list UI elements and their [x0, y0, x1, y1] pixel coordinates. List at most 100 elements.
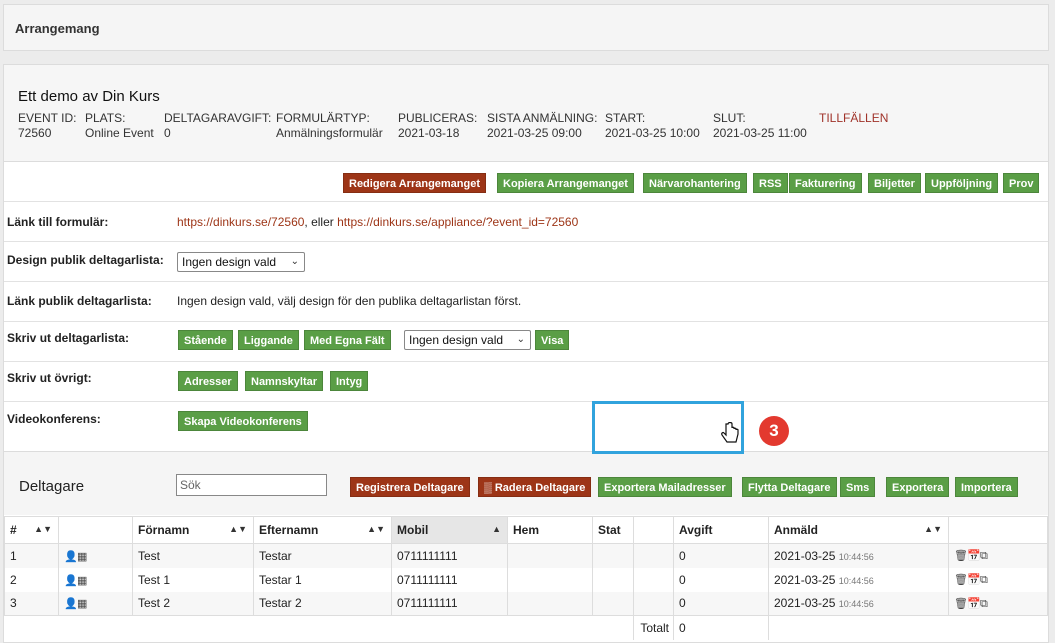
sort-icon: ▲▼ — [34, 524, 52, 534]
trash-icon[interactable]: 🗑 — [954, 549, 968, 562]
col-home[interactable]: Hem — [507, 516, 593, 544]
show-button[interactable]: Visa — [535, 330, 570, 350]
col-empty — [633, 516, 674, 544]
video-row: Videokonferens: Skapa Videokonferens — [4, 401, 1048, 441]
trash-icon[interactable]: 🗑 — [954, 573, 968, 586]
video-label: Videokonferens: — [7, 412, 101, 426]
calendar-icon[interactable]: 📅 — [967, 597, 981, 610]
create-video-button[interactable]: Skapa Videokonferens — [178, 411, 308, 431]
chevron-down-icon: ⌄ — [290, 256, 299, 267]
meta-end: SLUT: 2021-03-25 11:00 — [713, 111, 807, 140]
addresses-button[interactable]: Adresser — [178, 371, 238, 391]
id-card-icon[interactable]: ▦ — [77, 550, 90, 563]
form-long-link[interactable]: https://dinkurs.se/appliance/?event_id=7… — [337, 215, 578, 229]
tickets-button[interactable]: Biljetter — [868, 173, 921, 193]
print-design-select[interactable]: Ingen design vald ⌄ — [404, 330, 531, 350]
page-title: Arrangemang — [15, 21, 100, 36]
calendar-icon[interactable]: 📅 — [967, 549, 981, 562]
test-button[interactable]: Prov — [1003, 173, 1040, 193]
register-participant-button[interactable]: Registrera Deltagare — [350, 477, 470, 497]
participants-toolbar: Deltagare Sök Registrera Deltagare ▒ Rad… — [4, 451, 1048, 515]
id-card-icon[interactable]: ▦ — [77, 597, 90, 610]
sort-asc-icon: ▲ — [492, 524, 501, 534]
total-row: Totalt 0 — [4, 615, 1048, 640]
move-participant-button[interactable]: Flytta Deltagare — [742, 477, 837, 497]
user-icon[interactable]: 👤 — [64, 550, 78, 563]
total-value: 0 — [673, 615, 769, 640]
design-label: Design publik deltagarlista: — [7, 253, 164, 267]
page-header: Arrangemang — [3, 4, 1049, 51]
print-other-row: Skriv ut övrigt: Adresser Namnskyltar In… — [4, 361, 1048, 401]
custom-fields-button[interactable]: Med Egna Fält — [304, 330, 391, 350]
participants-table: # ▲▼ Förnamn ▲▼ Efternamn ▲▼ Mobil ▲ Hem Sta… — [4, 516, 1048, 640]
followup-button[interactable]: Uppföljning — [925, 173, 999, 193]
meta-published: PUBLICERAS: 2021-03-18 — [398, 111, 478, 140]
import-button[interactable]: Importera — [955, 477, 1018, 497]
meta-fee: DELTAGARAVGIFT: 0 — [164, 111, 272, 140]
meta-form-type: FORMULÄRTYP: Anmälningsformulär — [276, 111, 383, 140]
col-firstname[interactable]: Förnamn ▲▼ — [132, 516, 254, 544]
form-link-content: https://dinkurs.se/72560, eller https://… — [177, 215, 579, 229]
col-mobile[interactable]: Mobil ▲ — [391, 516, 508, 544]
edit-event-button[interactable]: Redigera Arrangemanget — [343, 173, 487, 193]
event-summary: Ett demo av Din Kurs EVENT ID: 72560 PLAT… — [4, 65, 1048, 162]
certificate-button[interactable]: Intyg — [330, 371, 369, 391]
design-row: Design publik deltagarlista: Ingen desig… — [4, 241, 1048, 281]
trash-icon[interactable]: 🗑 — [954, 597, 968, 610]
delete-participant-button[interactable]: ▒ Radera Deltagare — [478, 477, 592, 497]
public-link-label: Länk publik deltagarlista: — [7, 294, 152, 308]
col-actions — [948, 516, 1048, 544]
invoicing-button[interactable]: Fakturering — [789, 173, 862, 193]
event-panel: Ett demo av Din Kurs EVENT ID: 72560 PLAT… — [3, 64, 1049, 643]
print-list-row: Skriv ut deltagarlista: Stående Liggande… — [4, 321, 1048, 361]
landscape-button[interactable]: Liggande — [238, 330, 299, 350]
chevron-down-icon: ⌄ — [516, 334, 525, 345]
col-icons — [58, 516, 133, 544]
portrait-button[interactable]: Stående — [178, 330, 233, 350]
col-lastname[interactable]: Efternamn ▲▼ — [253, 516, 392, 544]
col-fee[interactable]: Avgift — [673, 516, 769, 544]
copy-icon[interactable]: ⧉ — [980, 550, 993, 563]
public-link-text: Ingen design vald, välj design för den p… — [177, 294, 522, 308]
tillfallen-link[interactable]: TILLFÄLLEN — [819, 111, 888, 126]
step-badge: 3 — [759, 416, 789, 446]
calendar-icon[interactable]: 📅 — [967, 573, 981, 586]
search-input[interactable]: Sök — [176, 474, 327, 496]
meta-start: START: 2021-03-25 10:00 — [605, 111, 700, 140]
user-icon[interactable]: 👤 — [64, 597, 78, 610]
meta-event-id: EVENT ID: 72560 — [18, 111, 77, 140]
attendance-button[interactable]: Närvarohantering — [643, 173, 747, 193]
table-row[interactable]: 3 👤▦ Test 2 Testar 2 0711111111 0 2021-0… — [4, 591, 1048, 616]
sort-icon: ▲▼ — [229, 524, 247, 534]
copy-icon[interactable]: ⧉ — [980, 598, 993, 611]
export-button[interactable]: Exportera — [886, 477, 950, 497]
export-emails-button[interactable]: Exportera Mailadresser — [598, 477, 732, 497]
print-list-label: Skriv ut deltagarlista: — [7, 331, 130, 345]
meta-last-signup: SISTA ANMÄLNING: 2021-03-25 09:00 — [487, 111, 598, 140]
copy-icon[interactable]: ⧉ — [980, 574, 993, 587]
form-link-row: Länk till formulär: https://dinkurs.se/7… — [4, 201, 1048, 241]
name-tags-button[interactable]: Namnskyltar — [245, 371, 324, 391]
public-link-row: Länk publik deltagarlista: Ingen design … — [4, 281, 1048, 321]
table-row[interactable]: 1 👤▦ Test Testar 0711111111 0 2021-03-25… — [4, 543, 1048, 568]
col-number[interactable]: # ▲▼ — [4, 516, 59, 544]
design-select[interactable]: Ingen design vald ⌄ — [177, 252, 305, 272]
total-label: Totalt — [633, 615, 674, 640]
col-registered[interactable]: Anmäld ▲▼ — [768, 516, 949, 544]
meta-place: PLATS: Online Event — [85, 111, 154, 140]
form-short-link[interactable]: https://dinkurs.se/72560 — [177, 215, 304, 229]
copy-event-button[interactable]: Kopiera Arrangemanget — [497, 173, 634, 193]
hand-cursor-icon — [720, 421, 740, 452]
print-other-label: Skriv ut övrigt: — [7, 371, 92, 385]
user-icon[interactable]: 👤 — [64, 574, 78, 587]
sort-icon: ▲▼ — [924, 524, 942, 534]
id-card-icon[interactable]: ▦ — [77, 574, 90, 587]
table-row[interactable]: 2 👤▦ Test 1 Testar 1 0711111111 0 2021-0… — [4, 567, 1048, 592]
sms-button[interactable]: Sms — [840, 477, 876, 497]
event-title: Ett demo av Din Kurs — [18, 88, 160, 105]
rss-button[interactable]: RSS — [753, 173, 788, 193]
participants-title: Deltagare — [19, 478, 85, 495]
col-status[interactable]: Stat — [592, 516, 634, 544]
sort-icon: ▲▼ — [367, 524, 385, 534]
form-link-label: Länk till formulär: — [7, 215, 109, 229]
